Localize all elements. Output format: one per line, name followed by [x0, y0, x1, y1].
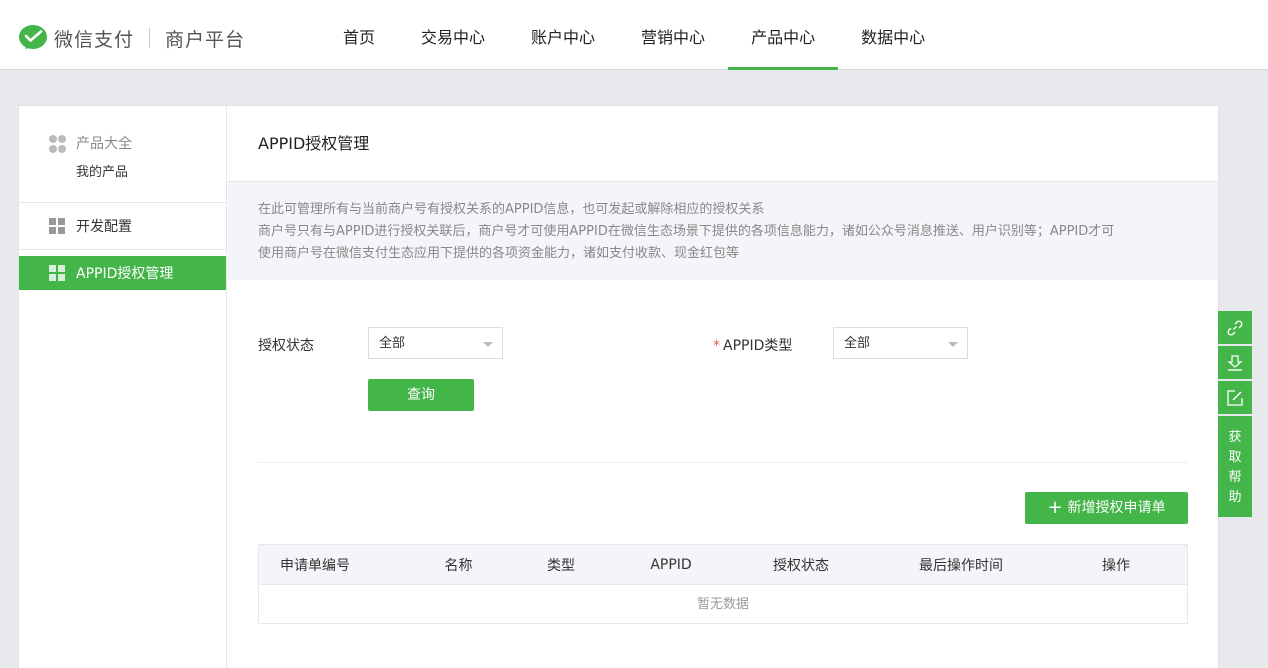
col-type: 类型 — [547, 557, 575, 574]
nav-transactions[interactable]: 交易中心 — [398, 0, 508, 70]
sidebar-group-label: 产品大全 — [76, 136, 132, 152]
main-nav: 首页 交易中心 账户中心 营销中心 产品中心 数据中心 — [320, 0, 948, 70]
help-char: 助 — [1228, 490, 1242, 505]
wechat-pay-logo-icon — [19, 25, 47, 49]
sidebar-item-appid-auth[interactable]: APPID授权管理 — [19, 256, 226, 290]
nav-marketing[interactable]: 营销中心 — [618, 0, 728, 70]
section-divider — [258, 462, 1188, 463]
help-char: 帮 — [1228, 470, 1242, 485]
table-empty-message: 暂无数据 — [259, 584, 1187, 623]
edit-icon — [1227, 389, 1243, 406]
download-tool-button[interactable] — [1218, 346, 1252, 379]
link-icon — [1227, 319, 1243, 336]
notice-line: 使用商户号在微信支付生态应用下提供的各项资金能力，诸如支付收款、现金红包等 — [258, 246, 740, 261]
download-icon — [1227, 354, 1243, 371]
edit-tool-button[interactable] — [1218, 381, 1252, 414]
auth-table: 申请单编号 名称 类型 APPID 授权状态 最后操作时间 操作 暂无数据 — [258, 544, 1188, 624]
nav-products[interactable]: 产品中心 — [728, 0, 839, 70]
table-header: 申请单编号 名称 类型 APPID 授权状态 最后操作时间 操作 — [259, 545, 1187, 584]
nav-account[interactable]: 账户中心 — [508, 0, 618, 70]
help-char: 获 — [1228, 430, 1242, 445]
status-select[interactable]: 全部 — [368, 327, 503, 359]
notice-line: 商户号只有与APPID进行授权关联后，商户号才可使用APPID在微信生态场景下提… — [258, 224, 1115, 239]
main-card: 产品大全 我的产品 开发配置 APPID授权管理 APPID授权管理 在此可管理… — [18, 105, 1219, 668]
get-help-button[interactable]: 获 取 帮 助 — [1218, 416, 1252, 517]
appid-type-select[interactable]: 全部 — [833, 327, 968, 359]
appid-type-label-text: APPID类型 — [723, 338, 793, 354]
top-header: 微信支付 商户平台 首页 交易中心 账户中心 营销中心 产品中心 数据中心 — [0, 0, 1268, 70]
platform-name: 商户平台 — [165, 28, 246, 51]
chevron-down-icon — [948, 342, 958, 347]
appid-type-label: * APPID类型 — [713, 335, 792, 355]
sidebar-group-title[interactable]: 产品大全 — [19, 126, 226, 160]
brand-name: 微信支付 — [54, 28, 135, 51]
sidebar-item-label: 开发配置 — [76, 219, 132, 235]
nav-data[interactable]: 数据中心 — [838, 0, 948, 70]
col-request-id: 申请单编号 — [280, 557, 350, 574]
required-mark: * — [713, 338, 720, 354]
add-auth-request-button[interactable]: + 新增授权申请单 — [1025, 492, 1188, 524]
grid-icon — [49, 264, 66, 282]
col-appid: APPID — [650, 556, 692, 573]
sidebar-item-dev-config[interactable]: 开发配置 — [19, 203, 226, 249]
status-select-value: 全部 — [379, 336, 406, 351]
sidebar-group-products: 产品大全 我的产品 — [19, 106, 226, 190]
notice-box: 在此可管理所有与当前商户号有授权关系的APPID信息，也可发起或解除相应的授权关… — [228, 182, 1218, 280]
sidebar-divider — [19, 249, 226, 250]
sidebar-item-my-products[interactable]: 我的产品 — [19, 160, 226, 190]
col-auth-status: 授权状态 — [773, 557, 829, 574]
sidebar-item-label: APPID授权管理 — [76, 266, 174, 282]
floating-toolbar: 获 取 帮 助 — [1218, 311, 1252, 517]
logo[interactable]: 微信支付 商户平台 — [18, 23, 245, 53]
appid-type-select-value: 全部 — [844, 336, 871, 351]
logo-divider — [149, 28, 151, 48]
add-button-label: 新增授权申请单 — [1067, 500, 1166, 516]
nav-home[interactable]: 首页 — [320, 0, 398, 70]
col-name: 名称 — [444, 557, 473, 574]
link-tool-button[interactable] — [1218, 311, 1252, 344]
plus-icon: + — [1047, 497, 1063, 518]
sidebar: 产品大全 我的产品 开发配置 APPID授权管理 — [19, 106, 227, 668]
grid-icon — [49, 217, 66, 235]
notice-line: 在此可管理所有与当前商户号有授权关系的APPID信息，也可发起或解除相应的授权关… — [258, 202, 765, 217]
status-label: 授权状态 — [258, 338, 314, 354]
query-button[interactable]: 查询 — [368, 379, 474, 411]
products-grid-icon — [49, 134, 66, 153]
chevron-down-icon — [483, 342, 493, 347]
col-last-op-time: 最后操作时间 — [919, 557, 1003, 574]
page-title: APPID授权管理 — [228, 106, 1218, 182]
col-actions: 操作 — [1102, 557, 1130, 574]
help-char: 取 — [1228, 450, 1242, 465]
content-area: APPID授权管理 在此可管理所有与当前商户号有授权关系的APPID信息，也可发… — [228, 106, 1218, 668]
